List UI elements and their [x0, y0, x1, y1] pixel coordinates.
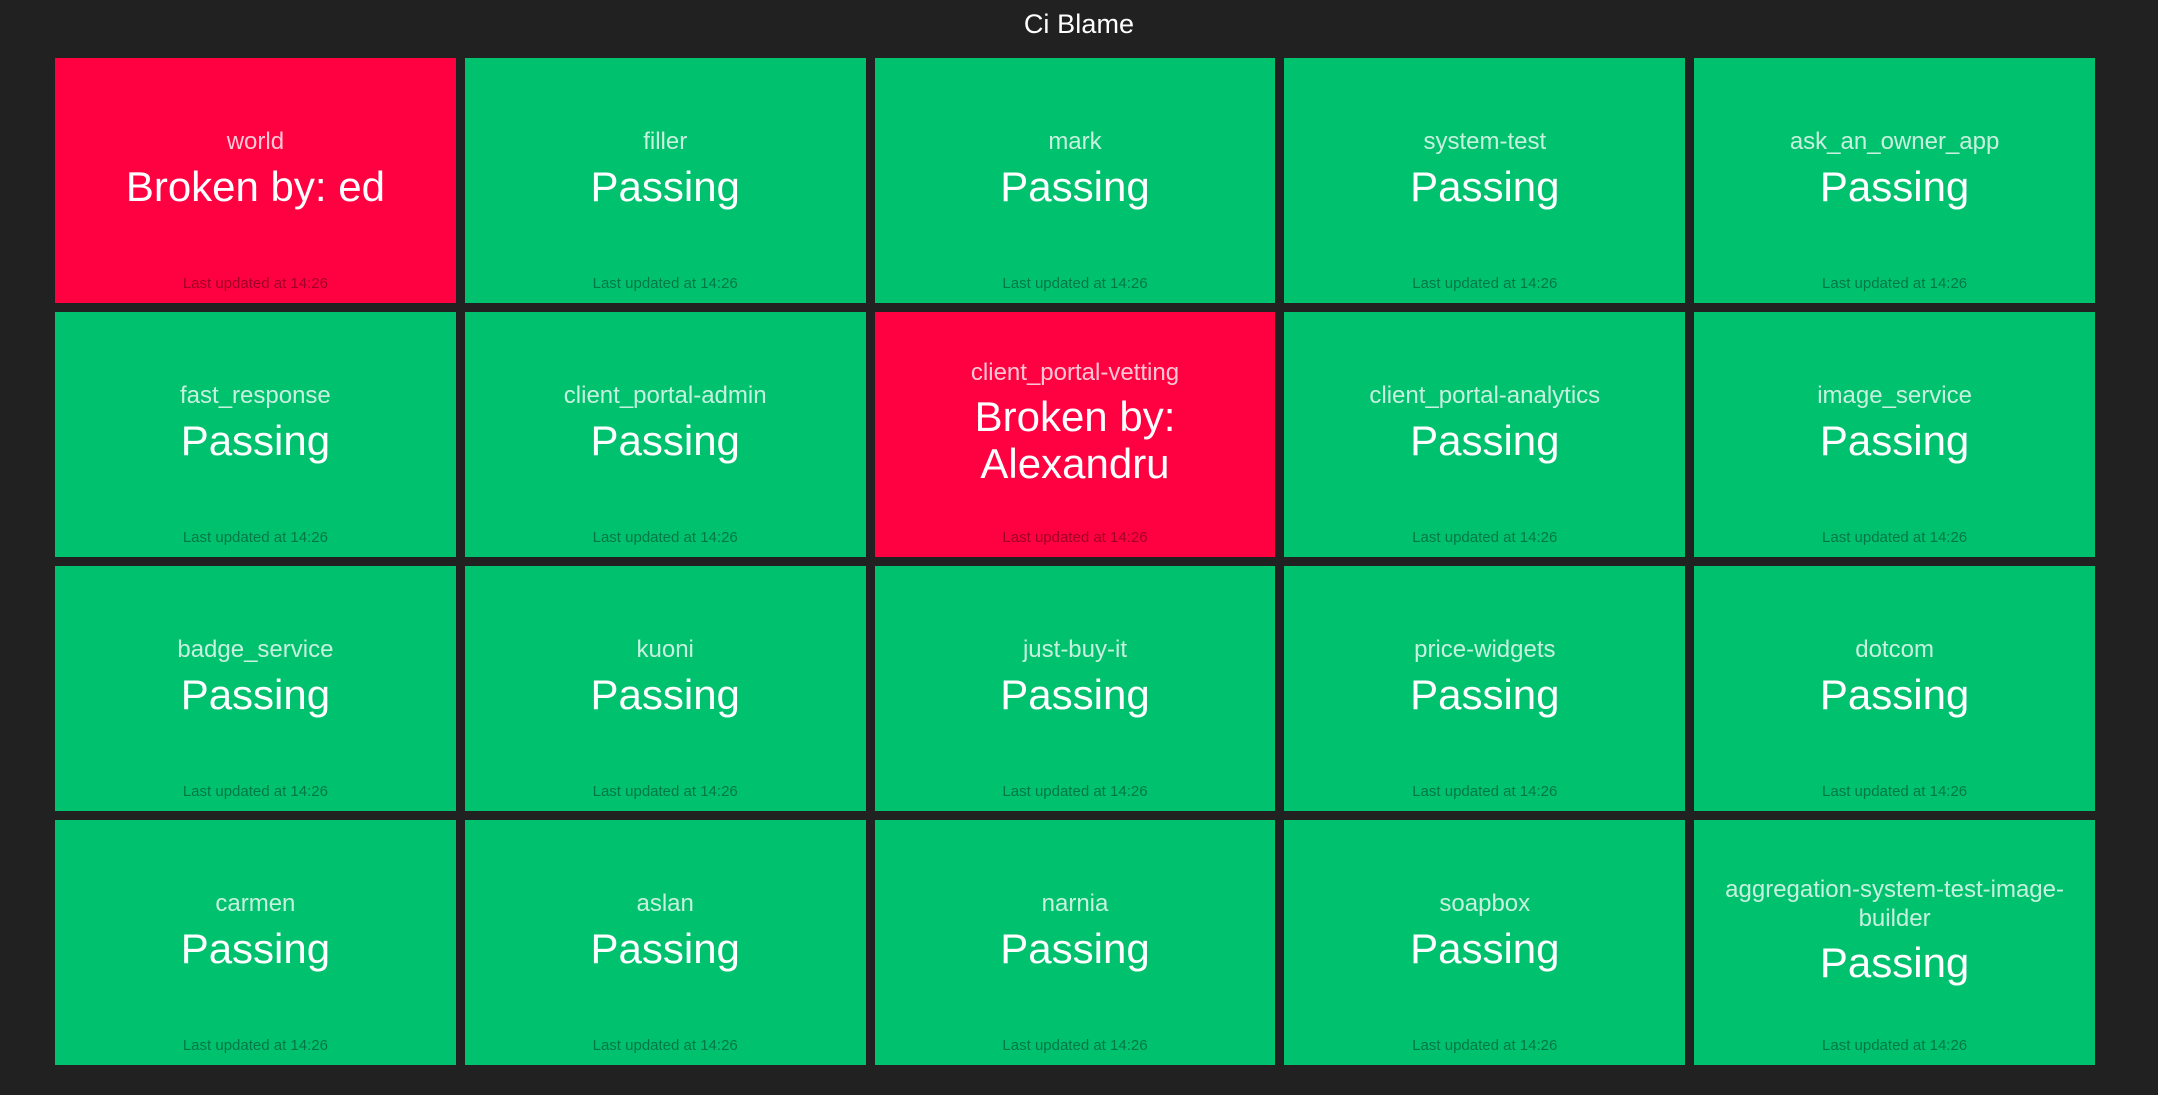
tile-last-updated: Last updated at 14:26	[182, 275, 328, 292]
tile-project-name: fast_response	[180, 382, 331, 410]
status-tile[interactable]: aslan Passing Last updated at 14:26	[464, 820, 866, 1065]
tile-last-updated: Last updated at 14:26	[1412, 783, 1558, 800]
status-tile[interactable]: dotcom Passing Last updated at 14:26	[1694, 566, 2095, 811]
tile-last-updated: Last updated at 14:26	[592, 783, 738, 800]
status-tile[interactable]: narnia Passing Last updated at 14:26	[874, 820, 1276, 1065]
tile-project-name: client_portal-vetting	[970, 358, 1180, 386]
status-tile[interactable]: badge_service Passing Last updated at 14:2…	[55, 566, 456, 811]
tile-last-updated: Last updated at 14:26	[182, 783, 328, 800]
tile-project-name: client_portal-analytics	[1369, 382, 1601, 410]
tile-status-text: Passing	[590, 924, 740, 972]
tile-project-name: filler	[643, 128, 688, 156]
status-tile[interactable]: client_portal-analytics Passing Last updat…	[1284, 312, 1686, 557]
tile-status-text: Passing	[590, 162, 740, 210]
tile-last-updated: Last updated at 14:26	[1002, 1037, 1148, 1054]
page-title: Ci Blame	[1023, 9, 1135, 39]
status-tile[interactable]: ask_an_owner_app Passing Last updated at 1…	[1694, 58, 2095, 303]
tile-last-updated: Last updated at 14:26	[182, 1037, 328, 1054]
tile-last-updated: Last updated at 14:26	[1822, 783, 1968, 800]
tile-last-updated: Last updated at 14:26	[1412, 275, 1558, 292]
tile-status-text: Passing	[590, 416, 740, 464]
tile-project-name: just-buy-it	[1022, 636, 1127, 664]
tile-last-updated: Last updated at 14:26	[182, 529, 328, 546]
tile-status-text: Passing	[1410, 670, 1560, 718]
tile-project-name: image_service	[1817, 382, 1972, 410]
tile-last-updated: Last updated at 14:26	[1822, 275, 1968, 292]
tile-last-updated: Last updated at 14:26	[1822, 529, 1968, 546]
tile-project-name: aslan	[636, 890, 694, 918]
status-tile[interactable]: client_portal-admin Passing Last updated a…	[464, 312, 866, 557]
tile-project-name: system-test	[1423, 128, 1547, 156]
status-tile[interactable]: soapbox Passing Last updated at 14:26	[1284, 820, 1686, 1065]
tile-status-text: Broken by: ed	[125, 162, 385, 210]
status-tile[interactable]: client_portal-vetting Broken by: Alexandr…	[874, 312, 1276, 557]
tile-status-text: Passing	[1410, 924, 1560, 972]
tile-project-name: client_portal-admin	[563, 382, 767, 410]
status-tile[interactable]: image_service Passing Last updated at 14:2…	[1694, 312, 2095, 557]
tile-status-text: Passing	[1819, 162, 1970, 210]
ci-blame-dashboard: Ci Blame world Broken by: ed Last updated …	[0, 0, 2158, 1095]
tile-status-text: Passing	[1000, 924, 1150, 972]
tile-status-text: Passing	[1819, 939, 1970, 987]
tile-status-text: Passing	[1000, 670, 1150, 718]
tile-project-name: aggregation-system-test-image-builder	[1725, 875, 2064, 932]
status-tile[interactable]: mark Passing Last updated at 14:26	[874, 58, 1276, 303]
tile-status-text: Broken by: Alexandru	[974, 393, 1176, 488]
tile-last-updated: Last updated at 14:26	[1412, 1037, 1558, 1054]
tile-project-name: world	[226, 128, 285, 156]
tile-status-text: Passing	[180, 924, 331, 972]
status-tile[interactable]: just-buy-it Passing Last updated at 14:26	[874, 566, 1276, 811]
tile-last-updated: Last updated at 14:26	[592, 275, 738, 292]
tile-status-text: Passing	[1000, 162, 1150, 210]
tile-last-updated: Last updated at 14:26	[592, 1037, 738, 1054]
tile-project-name: mark	[1048, 128, 1102, 156]
status-tile[interactable]: carmen Passing Last updated at 14:26	[55, 820, 456, 1065]
tile-project-name: price-widgets	[1414, 636, 1556, 664]
status-tile[interactable]: fast_response Passing Last updated at 14:2…	[55, 312, 456, 557]
tile-project-name: badge_service	[177, 636, 334, 664]
tile-last-updated: Last updated at 14:26	[1002, 529, 1148, 546]
status-tile[interactable]: price-widgets Passing Last updated at 14:2…	[1284, 566, 1686, 811]
status-tile[interactable]: world Broken by: ed Last updated at 14:26	[55, 58, 456, 303]
status-tile[interactable]: filler Passing Last updated at 14:26	[464, 58, 866, 303]
tile-last-updated: Last updated at 14:26	[1412, 529, 1558, 546]
tile-status-text: Passing	[180, 670, 331, 718]
tile-last-updated: Last updated at 14:26	[1002, 783, 1148, 800]
tile-status-text: Passing	[590, 670, 740, 718]
tile-last-updated: Last updated at 14:26	[592, 529, 738, 546]
tile-project-name: ask_an_owner_app	[1789, 128, 2000, 156]
tile-status-text: Passing	[1410, 162, 1560, 210]
tile-project-name: soapbox	[1439, 890, 1531, 918]
tile-project-name: carmen	[215, 890, 296, 918]
tile-status-text: Passing	[180, 416, 331, 464]
tile-last-updated: Last updated at 14:26	[1002, 275, 1148, 292]
tile-project-name: narnia	[1041, 890, 1109, 918]
status-tile[interactable]: aggregation-system-test-image-builder Pas…	[1694, 820, 2095, 1065]
tile-status-text: Passing	[1819, 416, 1970, 464]
tile-project-name: kuoni	[636, 636, 694, 664]
tile-last-updated: Last updated at 14:26	[1822, 1037, 1968, 1054]
tile-status-text: Passing	[1410, 416, 1560, 464]
status-tile[interactable]: system-test Passing Last updated at 14:26	[1284, 58, 1686, 303]
status-tile-grid: world Broken by: ed Last updated at 14:26 f…	[55, 58, 2095, 1065]
tile-project-name: dotcom	[1855, 636, 1934, 664]
status-tile[interactable]: kuoni Passing Last updated at 14:26	[464, 566, 866, 811]
tile-status-text: Passing	[1819, 670, 1970, 718]
